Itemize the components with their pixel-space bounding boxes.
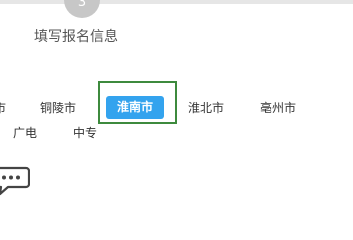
progress-line — [0, 0, 353, 4]
chat-bubble-icon[interactable] — [0, 164, 30, 196]
city-option-bozhou[interactable]: 亳州市 — [260, 98, 296, 118]
city-option-huaibei[interactable]: 淮北市 — [188, 98, 224, 118]
education-option-zhongzhuan[interactable]: 中专 — [73, 124, 97, 142]
city-option-tongling[interactable]: 铜陵市 — [40, 98, 76, 118]
step-label: 填写报名信息 — [34, 29, 118, 45]
city-option-partial[interactable]: 市 — [0, 98, 6, 118]
step-number-circle: 3 — [64, 0, 100, 18]
city-option-huainan-selected[interactable]: 淮南市 — [106, 96, 164, 119]
education-option-guangdian[interactable]: 广电 — [13, 124, 37, 142]
